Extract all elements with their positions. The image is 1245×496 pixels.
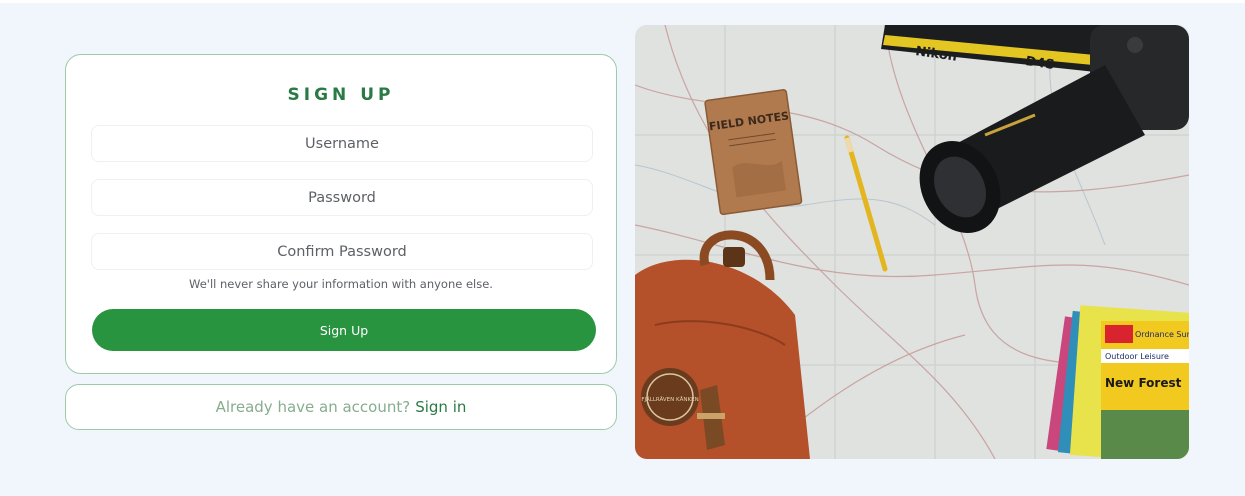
top-strip xyxy=(0,0,1245,3)
backpack-patch-text: FJÄLLRÄVEN KÅNKEN xyxy=(641,396,698,403)
signin-question: Already have an account? xyxy=(215,398,411,416)
signup-card: SIGN UP Username Password Confirm Passwo… xyxy=(65,54,617,374)
travel-photo-illustration: Nikon D4S FIELD NOTES FJÄLLRÄVEN KÅNKEN … xyxy=(635,25,1189,459)
username-field[interactable]: Username xyxy=(91,125,593,162)
signup-button[interactable]: Sign Up xyxy=(92,309,596,351)
map-brand-text: Ordnance Survey xyxy=(1135,330,1189,339)
field-notes-notebook: FIELD NOTES xyxy=(704,89,803,216)
signup-button-label: Sign Up xyxy=(319,322,369,338)
confirm-password-field[interactable]: Confirm Password xyxy=(91,233,593,270)
confirm-password-placeholder: Confirm Password xyxy=(277,243,407,260)
map-series-text: Outdoor Leisure xyxy=(1105,352,1169,361)
username-placeholder: Username xyxy=(305,135,379,152)
privacy-hint: We'll never share your information with … xyxy=(189,277,493,291)
password-placeholder: Password xyxy=(308,189,376,206)
map-title-text: New Forest xyxy=(1105,376,1182,390)
travel-photo: Nikon D4S FIELD NOTES FJÄLLRÄVEN KÅNKEN … xyxy=(635,25,1189,459)
password-field[interactable]: Password xyxy=(91,179,593,216)
ordnance-survey-maps: Ordnance Survey Outdoor Leisure New Fore… xyxy=(1046,305,1189,459)
form-title: SIGN UP xyxy=(287,85,395,105)
signin-card: Already have an account? Sign in xyxy=(65,384,617,430)
signin-link[interactable]: Sign in xyxy=(415,398,466,416)
